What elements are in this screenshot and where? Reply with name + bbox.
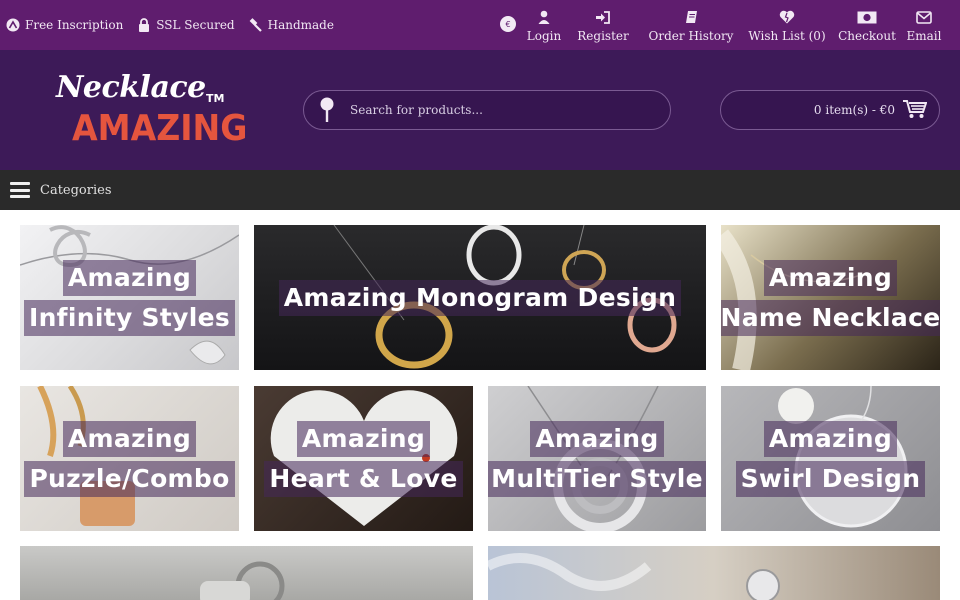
wish-list-label: Wish List (0) [748, 29, 826, 43]
account-links: € Login Register Order History Wish List… [500, 0, 960, 50]
search-bar [303, 90, 671, 130]
shopping-cart-icon [903, 99, 928, 122]
wish-list-link[interactable]: Wish List (0) [742, 0, 832, 43]
email-link[interactable]: Email [902, 0, 946, 43]
order-history-link[interactable]: Order History [640, 0, 742, 43]
category-tile-swirl[interactable]: Amazing Swirl Design [721, 386, 940, 531]
search-pin-icon[interactable] [304, 97, 350, 123]
perk-label: Handmade [267, 18, 334, 32]
cart-summary: 0 item(s) - €0 [813, 103, 895, 117]
heart-icon [779, 8, 795, 24]
login-label: Login [526, 29, 562, 43]
tile-title-line2: Swirl Design [735, 460, 926, 497]
tile-title-line1: Amazing [62, 259, 197, 296]
tile-title-line1: Amazing [530, 420, 664, 457]
tile-title-line1: Amazing Monogram Design [278, 279, 682, 316]
site-header: Necklace TM AMAZING 0 item(s) - €0 [0, 50, 960, 170]
tile-title-line2: Name Necklace [721, 299, 940, 336]
category-tile-bottom-left[interactable] [20, 546, 473, 600]
tile-title-line1: Amazing [296, 420, 431, 457]
register-label: Register [577, 29, 629, 43]
cart-button[interactable]: 0 item(s) - €0 [720, 90, 940, 130]
tile-title-line1: Amazing [763, 420, 898, 457]
hammer-icon [249, 18, 263, 32]
euro-circle-icon [6, 18, 20, 32]
tile-title-line2: MultiTier Style [488, 460, 706, 497]
perk-label: Free Inscription [25, 18, 124, 32]
register-link[interactable]: Register [566, 0, 640, 43]
currency-selector[interactable]: € [500, 16, 516, 32]
checkout-link[interactable]: Checkout [832, 0, 902, 43]
puzzle-necklace-image [37, 386, 135, 526]
name-necklace-image [721, 229, 862, 370]
categories-label: Categories [40, 182, 112, 198]
book-icon [685, 8, 698, 24]
email-label: Email [906, 29, 942, 43]
categories-menu-button[interactable]: Categories [0, 170, 960, 210]
category-tile-multitier[interactable]: Amazing MultiTier Style [488, 386, 706, 531]
perks-list: Free Inscription SSL Secured Handmade [0, 18, 334, 32]
lock-icon [137, 18, 151, 32]
tile-title-line1: Amazing [62, 420, 197, 457]
sign-in-icon [595, 8, 611, 24]
category-tile-name-necklace[interactable]: Amazing Name Necklace [721, 225, 940, 370]
user-icon [538, 8, 550, 24]
site-logo[interactable]: Necklace TM AMAZING [56, 70, 256, 160]
perk-handmade: Handmade [249, 18, 334, 32]
logo-script-text: Necklace [56, 70, 206, 105]
category-tile-puzzle-combo[interactable]: Amazing Puzzle/Combo [20, 386, 239, 531]
perk-free-inscription: Free Inscription [6, 18, 123, 32]
category-tile-monogram[interactable]: Amazing Monogram Design [254, 225, 706, 370]
search-input[interactable] [350, 103, 650, 117]
heart-necklace-image [270, 390, 458, 526]
category-tile-bottom-right[interactable] [488, 546, 940, 600]
money-icon [857, 8, 877, 24]
category-tile-infinity[interactable]: Amazing Infinity Styles [20, 225, 239, 370]
keychain-image [200, 561, 285, 600]
tile-title-line1: Amazing [763, 259, 898, 296]
perk-ssl-secured: SSL Secured [137, 18, 235, 32]
multitier-necklace-image [527, 386, 659, 531]
swirl-necklace-image [778, 386, 908, 528]
login-link[interactable]: Login [522, 0, 566, 43]
tile-title-line2: Infinity Styles [23, 299, 236, 336]
charm-necklace-image [488, 553, 780, 600]
perk-label: SSL Secured [156, 18, 235, 32]
top-bar: Free Inscription SSL Secured Handmade € … [0, 0, 960, 50]
logo-trademark: TM [206, 92, 225, 105]
logo-main-text: AMAZING [72, 108, 248, 149]
infinity-necklace-image [20, 225, 239, 365]
category-tile-heart-love[interactable]: Amazing Heart & Love [254, 386, 473, 531]
checkout-label: Checkout [838, 29, 896, 43]
hamburger-icon [10, 182, 30, 198]
envelope-icon [916, 8, 932, 24]
tile-title-line2: Heart & Love [264, 460, 463, 497]
order-history-label: Order History [648, 29, 734, 43]
tile-title-line2: Puzzle/Combo [24, 460, 235, 497]
